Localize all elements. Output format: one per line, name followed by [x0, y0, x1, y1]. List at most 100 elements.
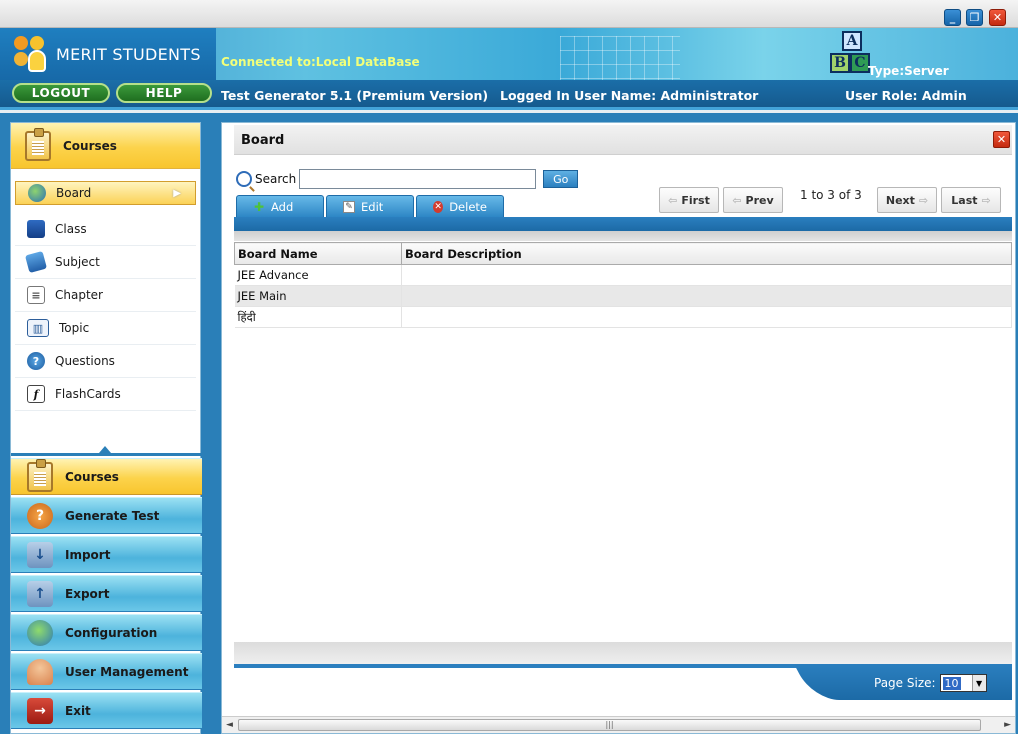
sidebar-item-chapter[interactable]: ≡ Chapter	[15, 279, 196, 312]
next-page-button[interactable]: Next ⇨	[877, 187, 937, 213]
last-page-button[interactable]: Last ⇨	[941, 187, 1001, 213]
sidebar-item-topic[interactable]: ▥ Topic	[15, 312, 196, 345]
nav-generate-test[interactable]: ? Generate Test	[11, 497, 202, 534]
edit-button[interactable]: ✎ Edit	[326, 195, 414, 217]
nav-label: Courses	[65, 469, 119, 484]
sidebar-item-label: Board	[56, 186, 92, 200]
prev-page-button[interactable]: ⇦ Prev	[723, 187, 783, 213]
sidebar-section-title: Courses	[63, 138, 117, 153]
close-window-button[interactable]: ✕	[989, 9, 1006, 26]
server-type: Type:Server	[868, 64, 949, 78]
column-header-board-description[interactable]: Board Description	[401, 242, 1012, 265]
add-label: Add	[271, 199, 294, 214]
cell-board-name: JEE Advance	[234, 264, 402, 286]
logged-in-user: Logged In User Name: Administrator	[500, 88, 759, 103]
merit-logo-icon	[12, 34, 52, 74]
nav-courses[interactable]: Courses	[11, 458, 202, 495]
table-header-row: Board Name Board Description	[234, 242, 1012, 265]
nav-label: Exit	[65, 703, 91, 718]
board-table: Board Name Board Description JEE Advance…	[234, 242, 1012, 328]
nav-import[interactable]: ↓ Import	[11, 536, 202, 573]
help-button[interactable]: HELP	[116, 83, 212, 103]
clipboard-icon	[27, 458, 53, 492]
app-header: MERIT STUDENTS Connected to:Local DataBa…	[0, 28, 1018, 80]
main-area: Board ✕ Search Go ✚ Add ✎ Edit ✕ Delete	[213, 113, 1018, 734]
user-role: User Role: Admin	[845, 88, 967, 103]
nav-configuration[interactable]: Configuration	[11, 614, 202, 651]
scroll-left-icon[interactable]: ◄	[226, 720, 233, 730]
page-size-value: 10	[942, 676, 961, 690]
sidebar-item-label: FlashCards	[55, 387, 121, 401]
minimize-button[interactable]: _	[944, 9, 961, 26]
horizontal-scrollbar[interactable]: ◄ ||| ►	[222, 716, 1015, 733]
page-range: 1 to 3 of 3	[800, 188, 862, 202]
globe-icon	[28, 184, 46, 202]
block-b: B	[830, 53, 850, 73]
first-label: First	[681, 193, 710, 207]
nav-exit[interactable]: → Exit	[11, 692, 202, 729]
nav-label: User Management	[65, 664, 189, 679]
logout-button[interactable]: LOGOUT	[12, 83, 110, 103]
sidebar-item-board[interactable]: Board ▶	[15, 181, 196, 205]
cell-board-description	[401, 264, 1012, 286]
sidebar: Courses Board ▶ Class Subject ≡ Chapter …	[0, 113, 213, 734]
edit-label: Edit	[361, 199, 384, 214]
scroll-thumb[interactable]: |||	[238, 719, 981, 731]
import-icon: ↓	[27, 541, 53, 568]
sidebar-item-class[interactable]: Class	[15, 213, 196, 246]
maximize-button[interactable]: ❐	[966, 9, 983, 26]
panel-title: Board	[241, 133, 285, 148]
table-row[interactable]: JEE Main	[234, 285, 1012, 307]
cell-board-description	[401, 306, 1012, 328]
edit-icon: ✎	[343, 200, 355, 213]
sidebar-splitter[interactable]	[11, 446, 202, 456]
nav-user-management[interactable]: User Management	[11, 653, 202, 690]
sidebar-list: Board ▶ Class Subject ≡ Chapter ▥ Topic …	[11, 169, 200, 411]
sidebar-item-subject[interactable]: Subject	[15, 246, 196, 279]
first-page-button[interactable]: ⇦ First	[659, 187, 719, 213]
sidebar-item-label: Chapter	[55, 288, 103, 302]
double-right-arrow-icon: ⇨	[981, 193, 991, 207]
grid-header-strip	[234, 217, 1012, 231]
sidebar-item-label: Topic	[59, 321, 90, 335]
column-header-board-name[interactable]: Board Name	[234, 242, 402, 265]
brand-name: MERIT STUDENTS	[56, 44, 201, 64]
arrow-right-icon: ▶	[173, 187, 181, 199]
nav-label: Generate Test	[65, 508, 160, 523]
block-a: A	[842, 31, 862, 51]
sidebar-panel: Courses Board ▶ Class Subject ≡ Chapter …	[10, 122, 202, 734]
grid-footer: Page Size: 10 ▼	[234, 664, 1012, 700]
board-panel: Board ✕ Search Go ✚ Add ✎ Edit ✕ Delete	[221, 122, 1016, 734]
double-left-arrow-icon: ⇦	[668, 193, 678, 207]
go-button[interactable]: Go	[543, 170, 579, 188]
sidebar-item-label: Questions	[55, 354, 115, 368]
sidebar-item-flashcards[interactable]: f FlashCards	[15, 378, 196, 411]
delete-button[interactable]: ✕ Delete	[416, 195, 504, 217]
clipboard-icon	[25, 127, 51, 161]
nav-label: Export	[65, 586, 110, 601]
delete-icon: ✕	[433, 200, 444, 213]
sidebar-item-questions[interactable]: ? Questions	[15, 345, 196, 378]
connection-status: Connected to:Local DataBase	[221, 55, 420, 69]
table-row[interactable]: JEE Advance	[234, 264, 1012, 286]
grid-footer-strip	[234, 642, 1012, 664]
exit-icon: →	[27, 697, 53, 724]
cell-board-name: हिंदी	[234, 306, 402, 328]
nav-export[interactable]: ↑ Export	[11, 575, 202, 612]
panel-title-bar: Board ✕	[234, 125, 1012, 155]
block-c: C	[850, 53, 870, 73]
sidebar-section-header: Courses	[11, 123, 200, 169]
last-label: Last	[951, 193, 978, 207]
page-size-select[interactable]: 10 ▼	[939, 674, 987, 692]
add-button[interactable]: ✚ Add	[236, 195, 324, 217]
next-label: Next	[885, 193, 915, 207]
nav-label: Import	[65, 547, 111, 562]
export-icon: ↑	[27, 580, 53, 607]
flashcard-icon: f	[27, 385, 45, 403]
search-input[interactable]	[299, 169, 537, 189]
close-panel-button[interactable]: ✕	[993, 131, 1010, 148]
table-row[interactable]: हिंदी	[234, 306, 1012, 328]
scroll-right-icon[interactable]: ►	[1004, 720, 1011, 730]
plus-icon: ✚	[253, 199, 265, 214]
cell-board-description	[401, 285, 1012, 307]
